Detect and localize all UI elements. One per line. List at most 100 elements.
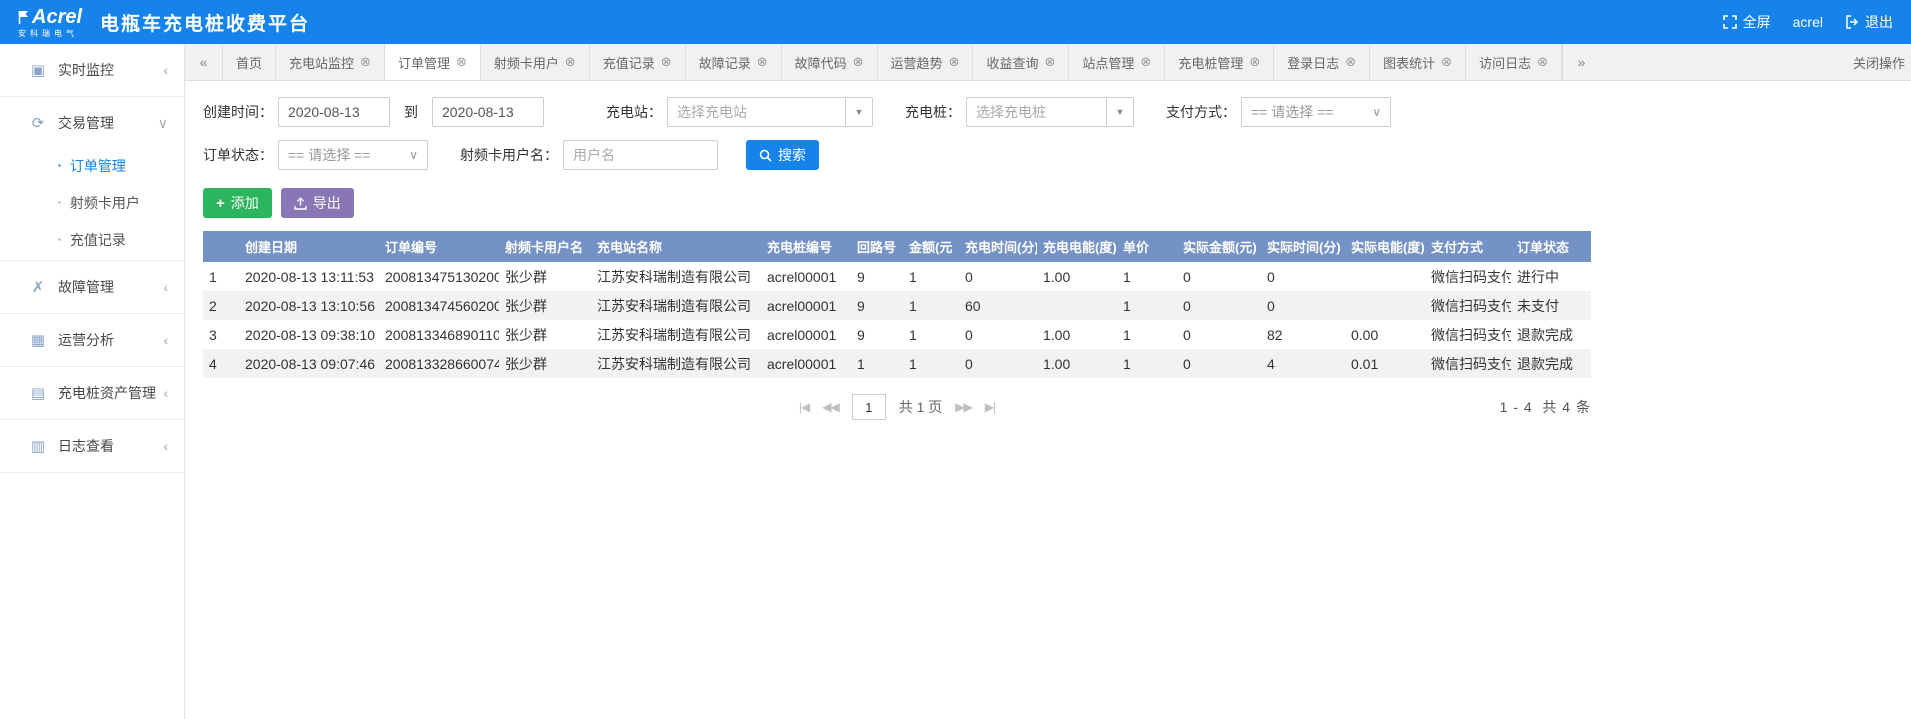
cell: 微信扫码支付 bbox=[1425, 349, 1511, 378]
sidebar-item-4[interactable]: ▤充电桩资产管理‹ bbox=[0, 369, 184, 417]
prev-page-icon[interactable]: ◀◀ bbox=[822, 400, 838, 414]
cell: 9 bbox=[851, 262, 903, 291]
tab-close-icon[interactable]: ⊗ bbox=[1249, 54, 1260, 70]
tab-close-icon[interactable]: ⊗ bbox=[1044, 54, 1055, 70]
tab-7[interactable]: 运营趋势⊗ bbox=[878, 44, 974, 80]
tab-close-icon[interactable]: ⊗ bbox=[853, 54, 864, 70]
tab-11[interactable]: 登录日志⊗ bbox=[1274, 44, 1370, 80]
tab-3[interactable]: 射频卡用户⊗ bbox=[481, 44, 590, 80]
cell: 9 bbox=[851, 291, 903, 320]
tabs-scroll-left-icon[interactable]: « bbox=[185, 44, 223, 80]
tab-label: 首页 bbox=[236, 53, 262, 72]
tab-12[interactable]: 图表统计⊗ bbox=[1370, 44, 1466, 80]
chevron-left-icon: ‹ bbox=[163, 332, 168, 348]
tab-label: 收益查询 bbox=[986, 53, 1038, 72]
sidebar-menu: ▣实时监控‹⟳交易管理∨▪订单管理▪射频卡用户▪充值记录✗故障管理‹▦运营分析‹… bbox=[0, 44, 184, 473]
export-button[interactable]: 导出 bbox=[281, 188, 354, 218]
last-page-icon[interactable]: ▶| bbox=[985, 400, 995, 414]
cell: 江苏安科瑞制造有限公司 bbox=[591, 262, 761, 291]
tab-4[interactable]: 充值记录⊗ bbox=[590, 44, 686, 80]
cell: 0.00 bbox=[1345, 320, 1425, 349]
table-row[interactable]: 22020-08-13 13:10:562008134745602002张少群江… bbox=[203, 291, 1591, 320]
chevron-down-icon: ∨ bbox=[158, 115, 168, 132]
rfid-user-input[interactable] bbox=[563, 140, 718, 170]
table-row[interactable]: 42020-08-13 09:07:462008133286600746张少群江… bbox=[203, 349, 1591, 378]
username[interactable]: acrel bbox=[1793, 14, 1823, 30]
date-from-input[interactable] bbox=[278, 97, 390, 127]
tab-label: 订单管理 bbox=[398, 53, 450, 72]
station-dropdown-button[interactable]: ▼ bbox=[845, 97, 873, 127]
tab-2[interactable]: 订单管理 ⊗ bbox=[385, 44, 481, 80]
tab-9[interactable]: 站点管理⊗ bbox=[1069, 44, 1165, 80]
tab-close-icon[interactable]: ⊗ bbox=[1140, 54, 1151, 70]
search-button[interactable]: 搜索 bbox=[746, 140, 819, 170]
tab-1[interactable]: 充电站监控⊗ bbox=[276, 44, 385, 80]
cell: acrel00001 bbox=[761, 349, 851, 378]
close-operations-button[interactable]: 关闭操作 bbox=[1847, 44, 1911, 80]
tab-label: 充电桩管理 bbox=[1178, 53, 1243, 72]
order-status-select[interactable]: == 请选择 == ∨ bbox=[278, 140, 428, 170]
tab-close-icon[interactable]: ⊗ bbox=[565, 54, 576, 70]
tab-close-icon[interactable]: ⊗ bbox=[360, 54, 371, 70]
tab-close-icon[interactable]: ⊗ bbox=[456, 54, 467, 70]
cell: 1 bbox=[203, 262, 239, 291]
pay-method-select[interactable]: == 请选择 == ∨ bbox=[1241, 97, 1391, 127]
next-page-icon[interactable]: ▶▶ bbox=[955, 400, 971, 414]
cell: 张少群 bbox=[499, 291, 591, 320]
sidebar-item-3[interactable]: ▦运营分析‹ bbox=[0, 316, 184, 364]
station-input[interactable] bbox=[667, 97, 845, 127]
chevron-left-icon: ‹ bbox=[163, 438, 168, 454]
add-button[interactable]: + 添加 bbox=[203, 188, 272, 218]
sidebar-subitem-1-0[interactable]: ▪订单管理 bbox=[0, 147, 184, 184]
tab-8[interactable]: 收益查询 ⊗ bbox=[973, 44, 1069, 80]
cell: 9 bbox=[851, 320, 903, 349]
col-header-5: 回路号 bbox=[851, 231, 903, 262]
sidebar-subitem-label: 充值记录 bbox=[70, 230, 126, 250]
cell bbox=[1037, 291, 1117, 320]
tab-13[interactable]: 访问日志⊗ bbox=[1466, 44, 1562, 80]
tab-close-icon[interactable]: ⊗ bbox=[661, 54, 672, 70]
fullscreen-button[interactable]: 全屏 bbox=[1723, 12, 1771, 32]
pile-label: 充电桩： bbox=[905, 102, 961, 122]
sidebar-subitem-1-1[interactable]: ▪射频卡用户 bbox=[0, 184, 184, 221]
tab-5[interactable]: 故障记录⊗ bbox=[686, 44, 782, 80]
bullet-icon: ▪ bbox=[58, 161, 61, 170]
table-row[interactable]: 32020-08-13 09:38:102008133468901101张少群江… bbox=[203, 320, 1591, 349]
sidebar-item-2[interactable]: ✗故障管理‹ bbox=[0, 263, 184, 311]
cell: acrel00001 bbox=[761, 291, 851, 320]
sidebar-subitem-1-2[interactable]: ▪充值记录 bbox=[0, 221, 184, 258]
sidebar-item-1[interactable]: ⟳交易管理∨ bbox=[0, 99, 184, 147]
first-page-icon[interactable]: |◀ bbox=[799, 400, 809, 414]
pile-dropdown-button[interactable]: ▼ bbox=[1106, 97, 1134, 127]
cell: 0 bbox=[959, 262, 1037, 291]
bullet-icon: ▪ bbox=[58, 198, 61, 207]
cell: 1 bbox=[1117, 320, 1177, 349]
tab-close-icon[interactable]: ⊗ bbox=[757, 54, 768, 70]
sidebar-item-label: 故障管理 bbox=[58, 277, 163, 297]
tab-close-icon[interactable]: ⊗ bbox=[1441, 54, 1452, 70]
table-row[interactable]: 12020-08-13 13:11:532008134751302008张少群江… bbox=[203, 262, 1591, 291]
sidebar-item-label: 实时监控 bbox=[58, 60, 163, 80]
sidebar-item-0[interactable]: ▣实时监控‹ bbox=[0, 46, 184, 94]
tab-6[interactable]: 故障代码⊗ bbox=[782, 44, 878, 80]
logo-text: Acrel bbox=[32, 7, 82, 27]
cell: 1 bbox=[1117, 349, 1177, 378]
tab-close-icon[interactable]: ⊗ bbox=[949, 54, 960, 70]
current-page[interactable]: 1 bbox=[852, 394, 886, 420]
tab-0[interactable]: 首页 bbox=[223, 44, 276, 80]
page-title: 电瓶车充电桩收费平台 bbox=[100, 9, 310, 36]
pile-input[interactable] bbox=[966, 97, 1106, 127]
logout-button[interactable]: 退出 bbox=[1845, 12, 1893, 32]
sidebar-group: ▥日志查看‹ bbox=[0, 420, 184, 473]
filter-row-1: 创建时间： 到 充电站： ▼ 充电桩： ▼ 支付方式： == 请选择 == ∨ bbox=[203, 97, 1893, 127]
cell: 0 bbox=[1261, 291, 1345, 320]
create-time-label: 创建时间： bbox=[203, 102, 273, 122]
chevron-down-icon: ∨ bbox=[1372, 105, 1381, 119]
tab-close-icon[interactable]: ⊗ bbox=[1345, 54, 1356, 70]
date-to-input[interactable] bbox=[432, 97, 544, 127]
cell: 0 bbox=[1177, 291, 1261, 320]
tabs-scroll-right-icon[interactable]: » bbox=[1562, 44, 1600, 80]
tab-close-icon[interactable]: ⊗ bbox=[1537, 54, 1548, 70]
sidebar-item-5[interactable]: ▥日志查看‹ bbox=[0, 422, 184, 470]
tab-10[interactable]: 充电桩管理 ⊗ bbox=[1165, 44, 1274, 80]
